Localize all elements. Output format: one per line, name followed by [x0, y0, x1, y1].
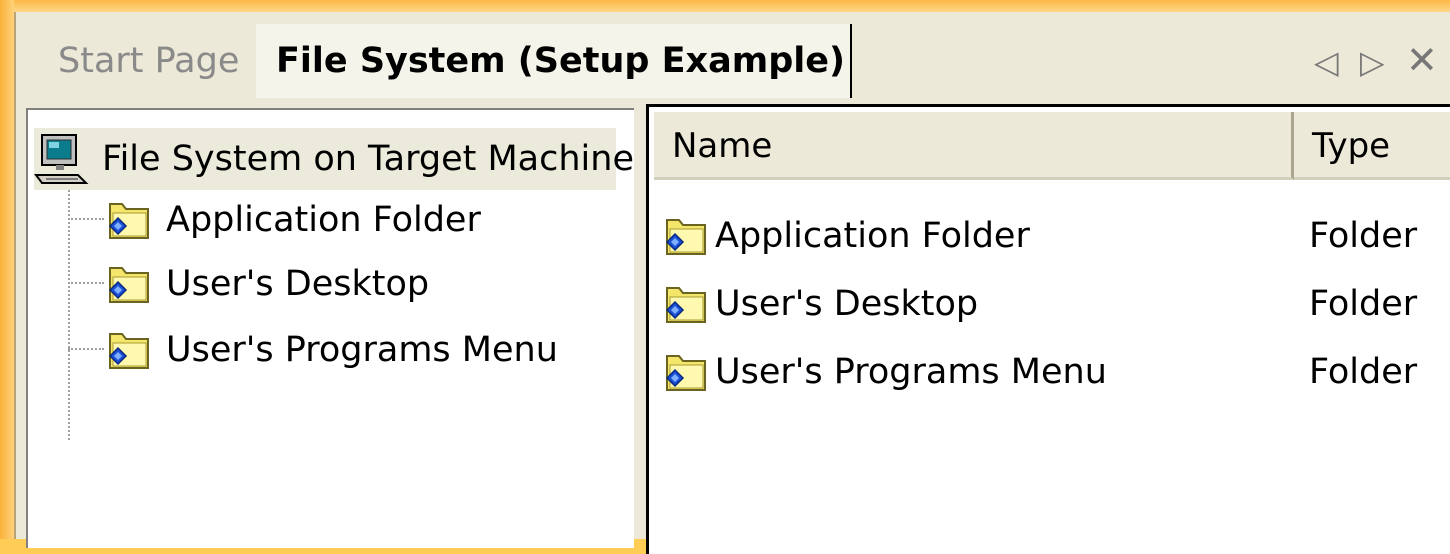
folder-icon [665, 355, 706, 391]
scroll-tabs-right-icon[interactable]: ▷ [1360, 42, 1385, 82]
folder-icon [108, 203, 149, 239]
tree-connector [68, 348, 104, 350]
slide-background-top [0, 0, 1450, 12]
list-item-type: Folder [1309, 216, 1418, 256]
document-tab-bar: Start Page File System (Setup Example) ◁… [16, 12, 1450, 98]
file-list-view[interactable]: Name Type Application Folder Folder User… [646, 104, 1450, 554]
tab-start-page[interactable]: Start Page [58, 24, 256, 98]
folder-icon [665, 219, 706, 255]
tree-root-node[interactable]: File System on Target Machine [34, 128, 634, 190]
computer-icon [34, 134, 89, 184]
list-row-users-desktop[interactable]: User's Desktop Folder [657, 273, 1447, 335]
tree-connector [68, 282, 104, 284]
tab-file-system[interactable]: File System (Setup Example) [256, 24, 852, 98]
slide-background-left [0, 0, 14, 539]
tree-connector [68, 218, 104, 220]
file-system-tree[interactable]: File System on Target Machine Applicatio… [26, 108, 634, 548]
folder-icon [665, 287, 706, 323]
list-item-type: Folder [1309, 284, 1418, 324]
list-row-application-folder[interactable]: Application Folder Folder [657, 205, 1447, 267]
scroll-tabs-left-icon[interactable]: ◁ [1314, 42, 1339, 82]
folder-icon [108, 333, 149, 369]
tree-item-label: User's Desktop [166, 264, 430, 304]
tree-item-users-desktop[interactable]: User's Desktop [100, 256, 429, 312]
folder-icon [108, 267, 149, 303]
tree-connector [68, 190, 70, 440]
list-item-name: User's Programs Menu [715, 352, 1107, 392]
list-item-type: Folder [1309, 352, 1418, 392]
tree-item-application-folder[interactable]: Application Folder [100, 192, 481, 248]
column-header-name[interactable]: Name [654, 112, 1294, 180]
tree-root-label: File System on Target Machine [102, 139, 634, 179]
list-row-users-programs-menu[interactable]: User's Programs Menu Folder [657, 341, 1447, 403]
list-item-name: Application Folder [715, 216, 1030, 256]
file-system-editor-window: Start Page File System (Setup Example) ◁… [14, 12, 1450, 554]
column-header-type[interactable]: Type [1294, 112, 1450, 180]
tree-item-label: User's Programs Menu [166, 330, 558, 370]
list-item-name: User's Desktop [715, 284, 979, 324]
close-tab-icon[interactable]: ✕ [1406, 38, 1438, 82]
tree-item-users-programs-menu[interactable]: User's Programs Menu [100, 322, 558, 378]
tree-item-label: Application Folder [166, 200, 481, 240]
